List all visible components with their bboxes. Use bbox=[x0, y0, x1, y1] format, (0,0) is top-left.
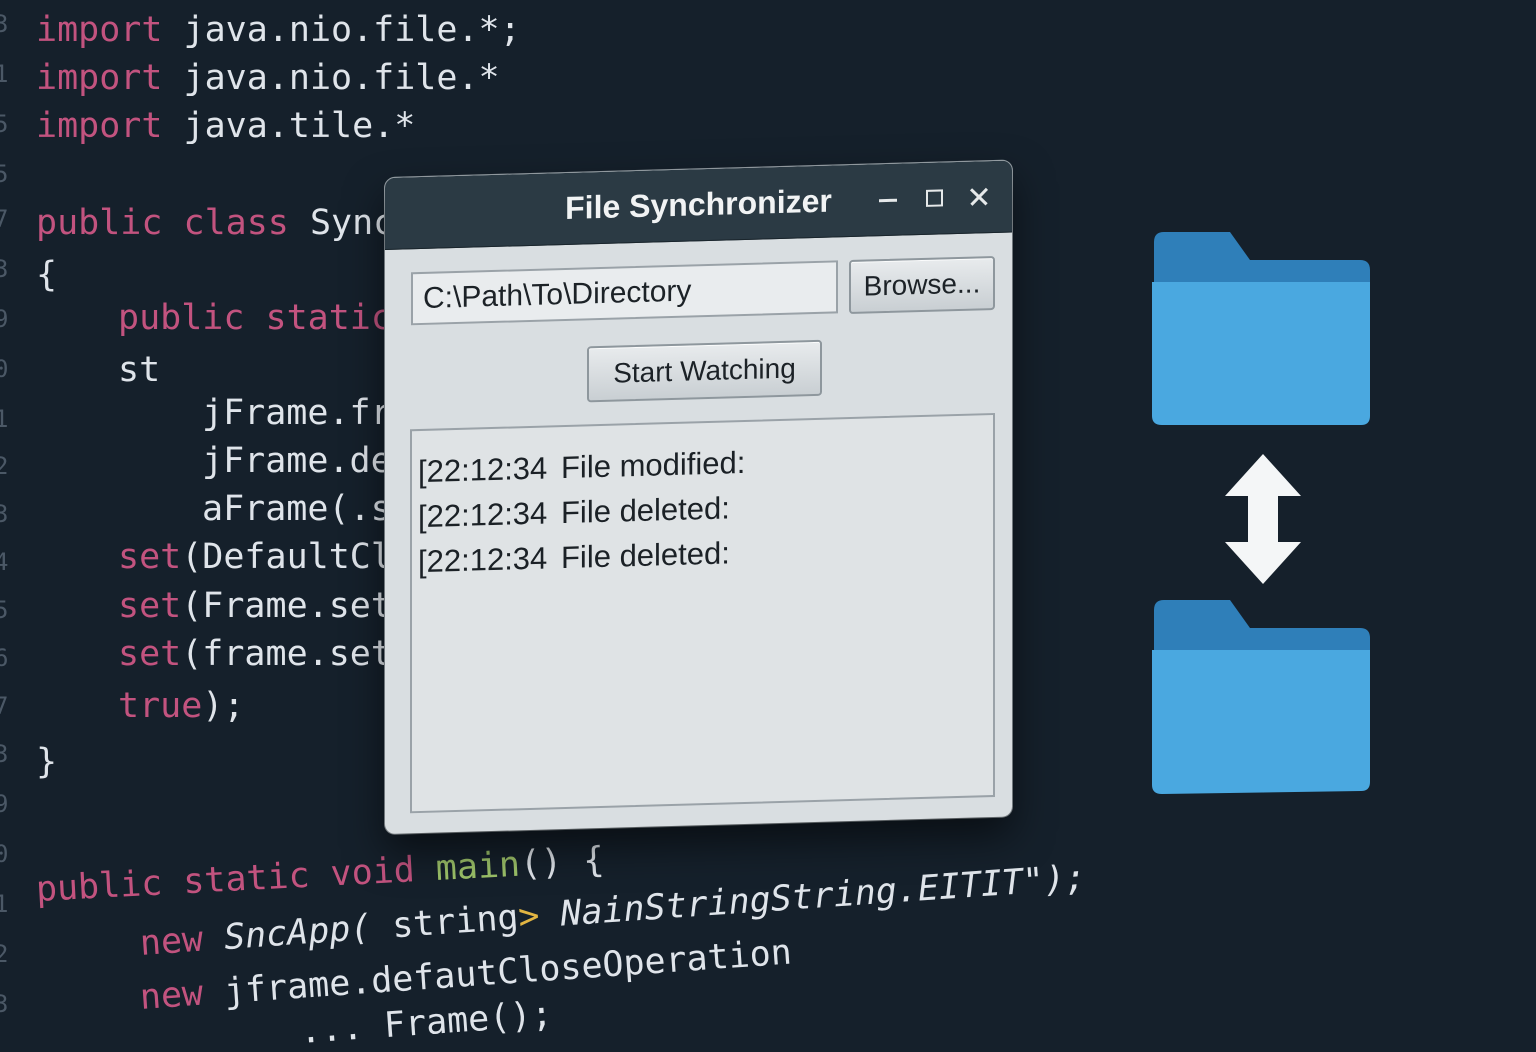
line-number: 0 bbox=[0, 840, 9, 868]
close-icon[interactable] bbox=[963, 179, 997, 214]
line-number: 3 bbox=[0, 255, 9, 283]
line-number: 3 bbox=[0, 10, 9, 38]
line-number: 2 bbox=[0, 452, 9, 480]
log-timestamp: [22:12:34 bbox=[418, 450, 548, 490]
code-line: jFrame.de bbox=[202, 441, 392, 481]
line-number: 1 bbox=[0, 890, 9, 918]
start-watching-button[interactable]: Start Watching bbox=[587, 339, 822, 403]
code-line: true); bbox=[118, 686, 245, 726]
line-number: 5 bbox=[0, 160, 9, 188]
code-line: } bbox=[36, 742, 58, 782]
directory-path-input[interactable] bbox=[411, 260, 838, 326]
line-number: 5 bbox=[0, 110, 9, 138]
folder-icon bbox=[1152, 600, 1370, 794]
line-number: 7 bbox=[0, 205, 9, 233]
code-line: { bbox=[36, 255, 58, 295]
code-line: set(frame.set bbox=[118, 634, 392, 674]
line-number: 6 bbox=[0, 644, 9, 672]
code-line: public static bbox=[118, 298, 392, 338]
code-line: jFrame.fr bbox=[202, 393, 392, 433]
log-timestamp: [22:12:34 bbox=[418, 495, 548, 535]
line-number: 3 bbox=[0, 740, 9, 768]
code-line: set(Frame.set bbox=[118, 586, 392, 626]
file-synchronizer-window: File Synchronizer Browse... Start Watchi… bbox=[385, 160, 1012, 834]
code-line: set(DefaultCl bbox=[118, 537, 392, 577]
code-line: aFrame(.s bbox=[202, 489, 392, 529]
line-number: 9 bbox=[0, 790, 9, 818]
line-number: 1 bbox=[0, 60, 9, 88]
line-number: 7 bbox=[0, 692, 9, 720]
code-line: public class Sync bbox=[36, 203, 395, 243]
line-number: 1 bbox=[0, 405, 9, 433]
line-number: 0 bbox=[0, 355, 9, 383]
line-number: 5 bbox=[0, 596, 9, 624]
maximize-icon[interactable] bbox=[917, 180, 951, 215]
minimize-icon[interactable] bbox=[871, 181, 905, 216]
log-timestamp: [22:12:34 bbox=[418, 540, 548, 580]
code-line: import java.nio.file.* bbox=[36, 58, 500, 98]
folder-icon bbox=[1152, 232, 1370, 425]
line-number: 2 bbox=[0, 940, 9, 968]
code-line: st bbox=[118, 350, 161, 390]
code-line: import java.tile.* bbox=[36, 106, 416, 146]
log-message: File deleted: bbox=[561, 535, 730, 576]
up-down-arrow-icon bbox=[1225, 454, 1301, 584]
line-number: 9 bbox=[0, 305, 9, 333]
browse-button[interactable]: Browse... bbox=[849, 255, 995, 315]
line-number: 4 bbox=[0, 548, 9, 576]
log-message: File modified: bbox=[561, 444, 746, 486]
code-line: import java.nio.file.*; bbox=[36, 10, 521, 50]
log-message: File deleted: bbox=[561, 490, 730, 531]
event-log[interactable]: [22:12:34 File modified: [22:12:34 File de… bbox=[410, 412, 995, 814]
line-number: 3 bbox=[0, 990, 9, 1018]
line-number: 3 bbox=[0, 500, 9, 528]
